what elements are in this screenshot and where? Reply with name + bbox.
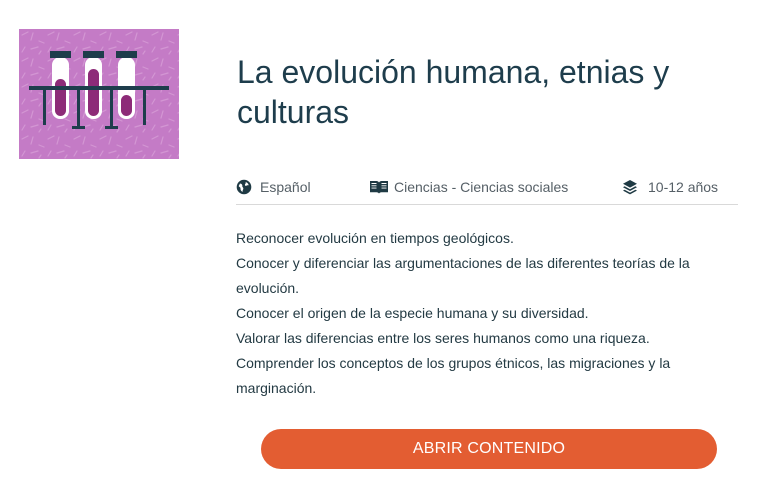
open-content-button[interactable]: ABRIR CONTENIDO xyxy=(261,429,717,469)
test-tubes-icon xyxy=(19,29,179,159)
objective-item: Valorar las diferencias entre los seres … xyxy=(236,330,650,346)
resource-title: La evolución humana, etnias y culturas xyxy=(237,54,670,130)
objective-item: Conocer y diferenciar las argumentacione… xyxy=(236,255,690,296)
objectives-list: Reconocer evolución en tiempos geológico… xyxy=(236,226,711,401)
objective-item: Reconocer evolución en tiempos geológico… xyxy=(236,230,514,246)
meta-language: Español xyxy=(236,179,311,195)
layers-icon xyxy=(623,180,637,195)
globe-icon xyxy=(236,179,252,195)
open-book-icon xyxy=(370,181,388,194)
meta-language-label: Español xyxy=(260,179,311,195)
objective-item: Comprender los conceptos de los grupos é… xyxy=(236,355,671,396)
resource-meta-bar: Español Ciencias - Ciencias sociales 10-… xyxy=(236,174,738,205)
meta-subject-label: Ciencias - Ciencias sociales xyxy=(394,179,569,195)
resource-thumbnail xyxy=(19,29,179,159)
meta-age-label: 10-12 años xyxy=(648,179,719,195)
meta-subject: Ciencias - Ciencias sociales xyxy=(369,179,568,195)
meta-age: 10-12 años xyxy=(622,179,718,195)
objective-item: Conocer el origen de la especie humana y… xyxy=(236,305,589,321)
